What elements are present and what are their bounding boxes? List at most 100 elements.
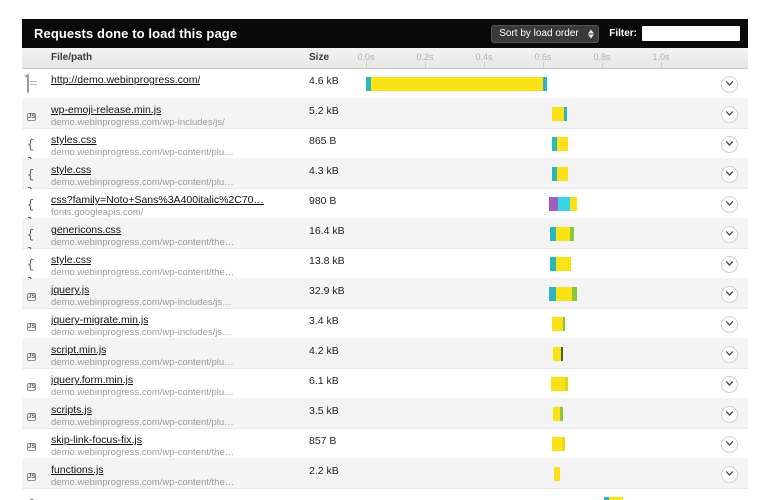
css-file-icon: { }: [27, 138, 34, 170]
request-size: 4.2 kB: [309, 345, 339, 357]
expand-row-button[interactable]: [721, 466, 738, 483]
table-row[interactable]: JS scripts.js demo.webinprogress.com/wp-co…: [22, 399, 748, 429]
request-file-link[interactable]: scripts.js: [51, 404, 92, 416]
html-document-icon: [27, 74, 41, 93]
stepper-arrows-icon: [588, 29, 595, 38]
waterfall-bar[interactable]: [549, 197, 577, 211]
filter-input[interactable]: [642, 26, 740, 41]
waterfall-bar-segment: [563, 437, 565, 451]
request-file-link[interactable]: style.css: [51, 254, 91, 266]
timeline-tick-label: 1.0s: [652, 52, 670, 62]
expand-row-button[interactable]: [721, 106, 738, 123]
expand-row-button[interactable]: [721, 76, 738, 93]
request-size: 857 B: [309, 435, 337, 447]
css-file-icon: { }: [27, 198, 34, 230]
sort-order-select[interactable]: Sort by load order: [491, 24, 600, 43]
panel-titlebar: Requests done to load this page Sort by …: [22, 19, 748, 48]
table-row[interactable]: JS functions.js demo.webinprogress.com/wp-…: [22, 459, 748, 489]
timeline-tick-mark: [661, 62, 662, 68]
request-file-link[interactable]: script.min.js: [51, 344, 106, 356]
request-size: 3.4 kB: [309, 315, 339, 327]
table-row[interactable]: JS skip-link-focus-fix.js demo.webinprogre…: [22, 429, 748, 459]
table-row[interactable]: { } css?family=Noto+Sans%3A400italic%2C70…: [22, 189, 748, 230]
css-file-icon: { }: [27, 228, 34, 260]
waterfall-bar-segment: [543, 77, 547, 91]
waterfall-bar-segment: [371, 77, 543, 91]
table-row[interactable]: JS wp-emoji-release.min.js demo.webinprogr…: [22, 99, 748, 129]
waterfall-bar[interactable]: [552, 437, 565, 451]
waterfall-bar-segment: [552, 317, 563, 331]
table-row[interactable]: { } style.cssdemo.webinprogress.com/wp-co…: [22, 249, 748, 290]
waterfall-bar[interactable]: [552, 137, 568, 151]
request-file-link[interactable]: wp-emoji-release.min.js: [51, 104, 161, 116]
timeline-tick-mark: [366, 62, 367, 68]
request-rows: http://demo.webinprogress.com/4.6 kB JS wp…: [22, 69, 748, 500]
waterfall-bar[interactable]: [552, 107, 567, 121]
request-file-link[interactable]: http://demo.webinprogress.com/: [51, 74, 200, 86]
table-row[interactable]: JS jquery-migrate.min.js demo.webinprogres…: [22, 309, 748, 339]
js-file-icon: JS: [27, 413, 37, 421]
waterfall-bar-segment: [561, 347, 563, 361]
table-row[interactable]: { } genericons.cssdemo.webinprogress.com/…: [22, 219, 748, 260]
request-file-link[interactable]: styles.css: [51, 134, 97, 146]
request-file-path: demo.webinprogress.com/wp-content/plu…: [51, 147, 234, 158]
expand-row-button[interactable]: [721, 406, 738, 423]
expand-row-button[interactable]: [721, 226, 738, 243]
expand-row-button[interactable]: [721, 316, 738, 333]
expand-row-button[interactable]: [721, 256, 738, 273]
request-file-link[interactable]: jquery-migrate.min.js: [51, 314, 148, 326]
waterfall-bar-segment: [556, 227, 570, 241]
waterfall-bar-segment: [557, 137, 568, 151]
table-row[interactable]: JS jquery.form.min.js demo.webinprogress.c…: [22, 369, 748, 399]
js-file-icon: JS: [27, 113, 37, 121]
table-row[interactable]: http://demo.webinprogress.com/4.6 kB: [22, 69, 748, 99]
request-file-link[interactable]: style.css: [51, 164, 91, 176]
request-file-link[interactable]: skip-link-focus-fix.js: [51, 434, 142, 446]
waterfall-bar[interactable]: [366, 77, 547, 91]
css-file-icon: { }: [27, 168, 34, 200]
request-file-link[interactable]: genericons.css: [51, 224, 121, 236]
js-file-icon: JS: [27, 383, 37, 391]
request-file-link[interactable]: jquery.js: [51, 284, 89, 296]
requests-panel: Requests done to load this page Sort by …: [22, 19, 748, 500]
request-file-path: fonts.googleapis.com/: [51, 207, 144, 218]
waterfall-bar[interactable]: [554, 467, 560, 481]
waterfall-bar[interactable]: [549, 287, 577, 301]
table-row[interactable]: JS jquery.js demo.webinprogress.com/wp-inc…: [22, 279, 748, 309]
expand-row-button[interactable]: [721, 436, 738, 453]
waterfall-bar-segment: [558, 197, 570, 211]
waterfall-bar[interactable]: [551, 377, 568, 391]
waterfall-bar-segment: [557, 167, 568, 181]
table-row[interactable]: { } style.cssdemo.webinprogress.com/wp-co…: [22, 159, 748, 200]
request-file-path: demo.webinprogress.com/wp-content/plu…: [51, 417, 234, 428]
waterfall-bar[interactable]: [552, 167, 568, 181]
request-size: 5.2 kB: [309, 105, 339, 117]
js-file-icon: JS: [27, 353, 37, 361]
request-file-link[interactable]: functions.js: [51, 464, 104, 476]
request-file-path: demo.webinprogress.com/wp-content/plu…: [51, 177, 234, 188]
request-file-link[interactable]: css?family=Noto+Sans%3A400italic%2C70…: [51, 194, 264, 206]
waterfall-bar[interactable]: [553, 347, 563, 361]
waterfall-bar[interactable]: [550, 227, 574, 241]
requests-waterfall-screenshot: Requests done to load this page Sort by …: [0, 0, 770, 500]
expand-row-button[interactable]: [721, 346, 738, 363]
expand-row-button[interactable]: [721, 286, 738, 303]
request-file-link[interactable]: jquery.form.min.js: [51, 374, 133, 386]
request-row-list: http://demo.webinprogress.com/4.6 kB JS wp…: [22, 69, 748, 500]
request-size: 2.2 kB: [309, 465, 339, 477]
waterfall-bar[interactable]: [553, 407, 563, 421]
table-row-partial[interactable]: { }: [22, 489, 748, 500]
waterfall-bar-segment: [552, 107, 564, 121]
expand-row-button[interactable]: [721, 136, 738, 153]
expand-row-button[interactable]: [721, 196, 738, 213]
request-file-path: demo.webinprogress.com/wp-includes/js…: [51, 327, 232, 338]
request-size: 865 B: [309, 135, 337, 147]
expand-row-button[interactable]: [721, 166, 738, 183]
column-header-row: File/path Size 0.0s 0.2s 0.4s 0.6s 0.8s 1.0s: [22, 48, 748, 69]
waterfall-bar-segment: [549, 287, 556, 301]
expand-row-button[interactable]: [721, 376, 738, 393]
table-row[interactable]: JS script.min.js demo.webinprogress.com/wp…: [22, 339, 748, 369]
waterfall-bar[interactable]: [550, 257, 571, 271]
table-row[interactable]: { } styles.cssdemo.webinprogress.com/wp-c…: [22, 129, 748, 170]
waterfall-bar[interactable]: [552, 317, 565, 331]
